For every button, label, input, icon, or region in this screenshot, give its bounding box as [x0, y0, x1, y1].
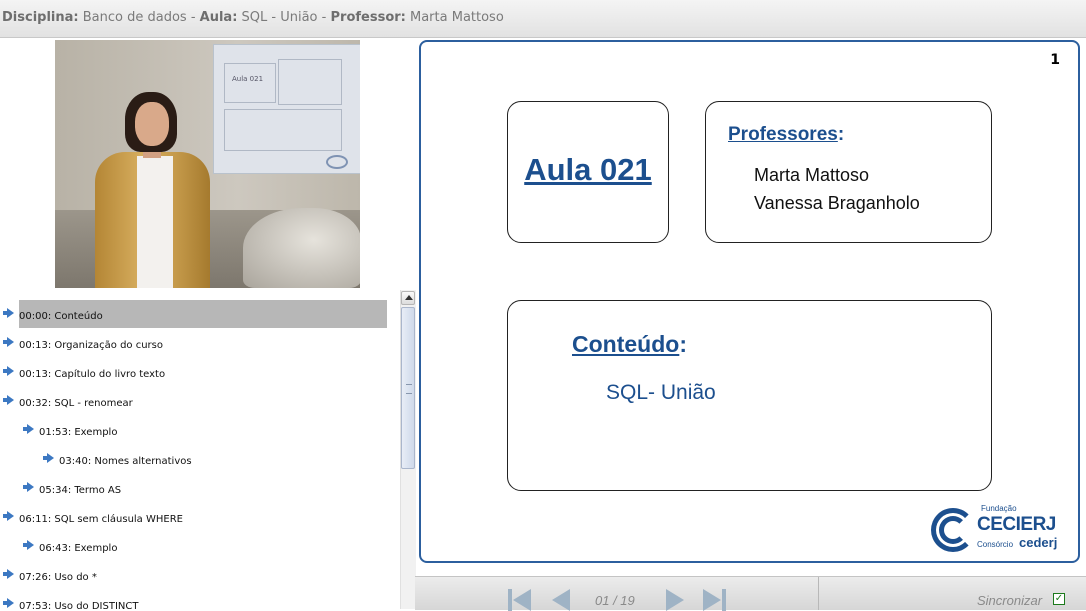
page-indicator: 01 / 19 [595, 593, 635, 608]
professor-label: Professor: [330, 10, 406, 25]
screen-box [278, 59, 342, 105]
chapter-label: 06:11: SQL sem cláusula WHERE [19, 514, 183, 525]
screen-box [224, 109, 342, 151]
logo-ring [939, 516, 967, 544]
chapter-label: 00:32: SQL - renomear [19, 398, 133, 409]
professores-box: Professores: Marta Mattoso Vanessa Braga… [705, 101, 992, 243]
professores-heading: Professores: [728, 124, 844, 146]
chair-shape [243, 208, 360, 288]
sync-checkbox[interactable]: ✓ [1053, 593, 1065, 605]
cecierj-logo: Fundação CECIERJ Consórcio cederj [927, 502, 1067, 558]
previous-slide-button[interactable] [550, 589, 576, 611]
last-bar-icon [722, 589, 726, 611]
professores-heading-text: Professores [728, 124, 838, 145]
chapter-list-scrollbar[interactable] [400, 290, 416, 609]
presenter-face [135, 102, 169, 146]
chapter-label: 07:53: Uso do DISTINCT [19, 601, 139, 609]
first-arrow-icon [513, 589, 531, 611]
chapter-label: 03:40: Nomes alternativos [59, 456, 192, 467]
arrow-right-icon [3, 395, 14, 405]
conteudo-colon: : [679, 331, 687, 357]
screen-text: Aula 021 [232, 75, 264, 83]
logo-consorcio: Consórcio [977, 540, 1014, 549]
arrow-right-icon [3, 598, 14, 608]
professores-colon: : [837, 124, 845, 145]
professor-name: Vanessa Braganholo [754, 193, 920, 213]
projection-screen: Aula 021 [213, 44, 360, 174]
aula-label: Aula: [199, 10, 238, 25]
separator: - [321, 10, 327, 25]
scroll-grip-icon [406, 384, 412, 394]
disciplina-value: Banco de dados [82, 10, 187, 25]
arrow-right-icon [3, 569, 14, 579]
arrow-right-icon [3, 308, 14, 318]
arrow-right-icon [43, 453, 54, 463]
video-player[interactable]: Aula 021 [55, 40, 360, 288]
title-bar: Disciplina: Banco de dados - Aula: SQL -… [0, 0, 1086, 38]
divider [818, 577, 819, 610]
next-arrow-icon [666, 589, 684, 611]
disciplina-label: Disciplina: [2, 10, 79, 25]
chapter-label: 07:26: Uso do * [19, 572, 97, 583]
arrow-right-icon [23, 424, 34, 434]
logo-cederj: cederj [1019, 535, 1058, 550]
chapter-label: 05:34: Termo AS [39, 485, 122, 496]
professor-value: Marta Mattoso [410, 10, 504, 25]
arrow-right-icon [3, 337, 14, 347]
slide-panel: 1 Aula 021 Professores: Marta Mattoso Va… [419, 40, 1080, 563]
chapter-label: 06:43: Exemplo [39, 543, 118, 554]
chapter-label: 00:13: Capítulo do livro texto [19, 369, 166, 380]
first-slide-button[interactable] [508, 589, 534, 611]
chapter-list: 00:00: Conteúdo 00:13: Organização do cur… [0, 289, 415, 609]
aula-box: Aula 021 [507, 101, 669, 243]
logo-fundacao: Fundação [981, 504, 1017, 513]
slide-number: 1 [1050, 52, 1060, 68]
scroll-thumb[interactable] [401, 307, 415, 469]
lecture-info: Disciplina: Banco de dados - Aula: SQL -… [2, 10, 504, 25]
next-slide-button[interactable] [662, 589, 688, 611]
screen-logo [326, 155, 348, 169]
slide-navigation-bar: 01 / 19 Sincronizar ✓ [415, 576, 1086, 611]
conteudo-box: Conteúdo: SQL- União [507, 300, 992, 491]
chapter-label: 00:00: Conteúdo [19, 311, 103, 322]
arrow-right-icon [3, 511, 14, 521]
last-arrow-icon [703, 589, 721, 611]
arrow-right-icon [23, 482, 34, 492]
chapter-label: 00:13: Organização do curso [19, 340, 163, 351]
previous-arrow-icon [552, 589, 570, 611]
arrow-right-icon [23, 540, 34, 550]
sync-label: Sincronizar [977, 593, 1043, 608]
conteudo-heading: Conteúdo: [572, 331, 687, 358]
first-bar-icon [508, 589, 512, 611]
logo-name: CECIERJ [977, 514, 1056, 535]
aula-value: SQL - União [241, 10, 318, 25]
conteudo-text: SQL- União [606, 381, 716, 404]
screen-box [224, 63, 276, 103]
chapter-label: 01:53: Exemplo [39, 427, 118, 438]
presenter-shirt [137, 156, 173, 288]
arrow-right-icon [3, 366, 14, 376]
scroll-up-button[interactable] [401, 291, 415, 305]
aula-title: Aula 021 [524, 152, 652, 187]
separator: - [190, 10, 196, 25]
conteudo-heading-text: Conteúdo [572, 331, 680, 357]
last-slide-button[interactable] [701, 589, 727, 611]
professor-name: Marta Mattoso [754, 165, 870, 185]
